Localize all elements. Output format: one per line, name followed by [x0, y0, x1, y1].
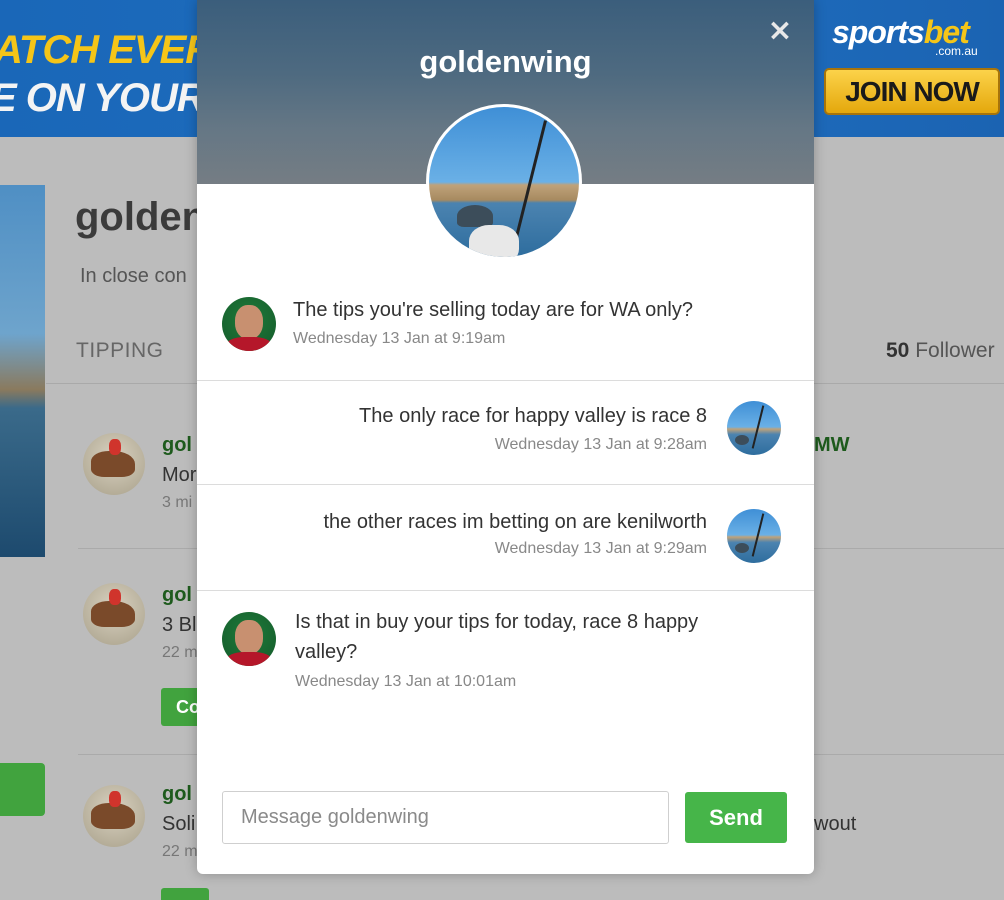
profile-avatar: [426, 104, 582, 260]
goldenwing-avatar[interactable]: [727, 401, 781, 455]
message-divider: [197, 590, 814, 591]
feed-username[interactable]: gol: [162, 584, 192, 607]
user-man-avatar[interactable]: [222, 612, 276, 666]
jockey-shape: [109, 791, 121, 807]
message-divider: [197, 484, 814, 485]
followers-label: Follower: [915, 339, 995, 362]
profile-name: golden: [75, 195, 207, 239]
message-modal: goldenwing × The tips you're selling tod…: [197, 0, 814, 874]
fishing-photo: [429, 107, 579, 257]
banner-headline-line2: E ON YOUR: [0, 76, 206, 120]
feed-horse-avatar[interactable]: [83, 785, 145, 847]
rod-shape: [751, 405, 765, 449]
person-shape: [469, 225, 519, 257]
feed-right-text: MW: [814, 434, 850, 456]
shirt-shape: [226, 337, 272, 351]
feed-text: Soli: [162, 813, 196, 835]
message-divider: [197, 380, 814, 381]
close-icon[interactable]: ×: [765, 16, 795, 46]
message-time: Wednesday 13 Jan at 9:29am: [494, 540, 707, 557]
join-now-button[interactable]: JOIN NOW: [824, 68, 1000, 115]
tab-tipping[interactable]: TIPPING: [76, 339, 164, 363]
feed-time: 22 m: [162, 843, 198, 860]
shirt-shape: [226, 652, 272, 666]
feed-horse-avatar[interactable]: [83, 583, 145, 645]
message-text: The tips you're selling today are for WA…: [293, 299, 693, 321]
brand-domain: .com.au: [935, 44, 978, 58]
user-man-avatar[interactable]: [222, 297, 276, 351]
feed-username[interactable]: gol: [162, 783, 192, 806]
feed-action-button[interactable]: [161, 888, 209, 900]
followers-count[interactable]: 50 Follower: [886, 339, 995, 363]
message-input[interactable]: [222, 791, 669, 844]
feed-text: Mor: [162, 464, 197, 486]
message-time: Wednesday 13 Jan at 9:19am: [293, 330, 506, 347]
modal-title: goldenwing: [419, 44, 592, 79]
send-button[interactable]: Send: [685, 792, 787, 843]
face-shape: [235, 305, 263, 339]
message-text: Is that in buy your tips for today, race…: [295, 611, 699, 663]
jockey-shape: [109, 439, 121, 455]
message-text: the other races im betting on are kenilw…: [323, 511, 707, 533]
feed-text: 3 Bl: [162, 614, 197, 636]
feed-horse-avatar[interactable]: [83, 433, 145, 495]
face-shape: [235, 620, 263, 654]
feed-time: 3 mi: [162, 494, 193, 511]
hat-shape: [735, 543, 749, 553]
goldenwing-avatar[interactable]: [727, 509, 781, 563]
message-text: The only race for happy valley is race 8: [359, 405, 707, 427]
profile-cover-photo: [0, 185, 45, 557]
hat-shape: [457, 205, 493, 227]
feed-time: 22 m: [162, 644, 198, 661]
feed-right-text: wout: [814, 813, 857, 835]
follow-button-partial[interactable]: [0, 763, 45, 816]
hat-shape: [735, 435, 749, 445]
followers-number: 50: [886, 339, 910, 362]
rod-shape: [751, 513, 765, 557]
message-time: Wednesday 13 Jan at 9:28am: [494, 436, 707, 453]
brand-sports: sports: [832, 14, 925, 50]
jockey-shape: [109, 589, 121, 605]
profile-bio: In close con: [80, 265, 187, 287]
rod-shape: [515, 120, 547, 238]
feed-username[interactable]: gol: [162, 434, 192, 457]
message-time: Wednesday 13 Jan at 10:01am: [295, 673, 517, 690]
